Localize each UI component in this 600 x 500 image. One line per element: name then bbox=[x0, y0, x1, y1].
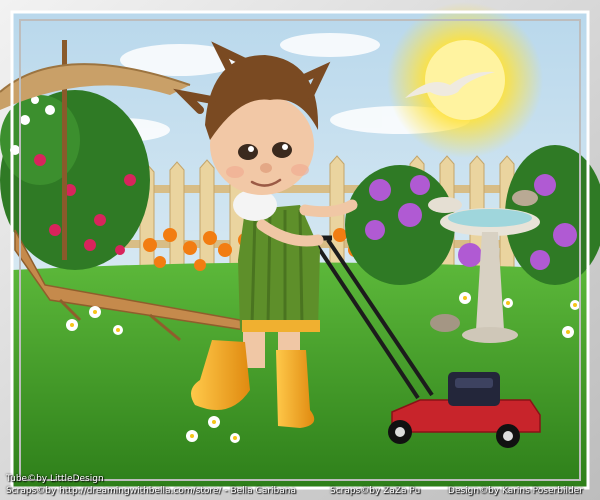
credit-scraps-bella: Scraps©by http://dreamingwithbella.com/s… bbox=[6, 486, 296, 496]
credit-design: Design©by Karins Poserbilder bbox=[448, 486, 583, 496]
credit-scraps-zaza: Scraps©by ZaZa Pu bbox=[330, 486, 421, 496]
artwork: Tube©by LittleDesign Scraps©by http://dr… bbox=[0, 0, 600, 500]
garden-scene bbox=[0, 0, 600, 500]
credit-tube: Tube©by LittleDesign bbox=[6, 474, 104, 484]
scene-inner bbox=[0, 2, 600, 488]
